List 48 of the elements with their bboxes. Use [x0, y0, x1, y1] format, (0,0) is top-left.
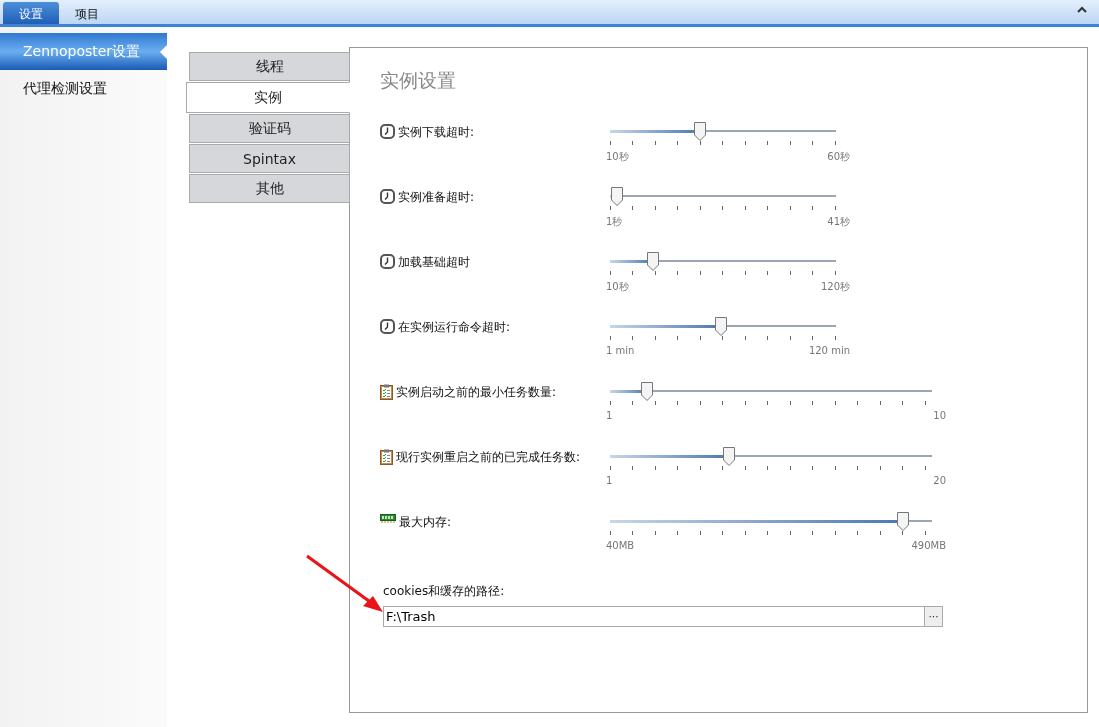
settings-tab[interactable]: 验证码 — [189, 114, 350, 143]
settings-tab[interactable]: Spintax — [189, 144, 350, 173]
clock-icon — [380, 124, 395, 139]
slider-thumb[interactable] — [646, 252, 659, 271]
slider-thumb[interactable] — [694, 122, 707, 141]
memory-chip-icon — [380, 514, 396, 523]
setting-label: 加载基础超时 — [398, 254, 470, 271]
settings-tab[interactable]: 线程 — [189, 52, 350, 81]
clipboard-icon — [380, 449, 393, 465]
slider-thumb[interactable] — [641, 382, 653, 401]
collapse-icon[interactable] — [1077, 6, 1087, 13]
ribbon-tab[interactable]: 项目 — [59, 2, 115, 24]
ribbon-tab[interactable]: 设置 — [3, 2, 59, 24]
slider-thumb[interactable] — [897, 512, 909, 531]
browse-button[interactable]: ··· — [925, 606, 943, 627]
clipboard-icon — [380, 384, 393, 400]
setting-label: 实例下载超时: — [398, 124, 475, 141]
slider-max-label: 490MB — [911, 540, 946, 551]
slider-min-label: 10秒 — [606, 280, 629, 294]
slider-max-label: 60秒 — [827, 150, 850, 164]
setting-label: 在实例运行命令超时: — [398, 319, 511, 336]
slider-min-label: 1 — [606, 410, 613, 421]
sidebar-item[interactable]: 代理检测设置 — [0, 70, 167, 107]
slider-min-label: 10秒 — [606, 150, 629, 164]
slider-min-label: 1秒 — [606, 215, 623, 229]
slider-max-label: 20 — [933, 475, 946, 486]
setting-label: 实例准备超时: — [398, 189, 475, 206]
slider-thumb[interactable] — [610, 187, 623, 206]
clock-icon — [380, 319, 395, 334]
path-label: cookies和缓存的路径: — [383, 583, 506, 600]
setting-label: 实例启动之前的最小任务数量: — [396, 384, 557, 401]
slider-max-label: 10 — [933, 410, 946, 421]
slider-max-label: 120 min — [808, 345, 850, 356]
slider-min-label: 1 — [606, 475, 613, 486]
clock-icon — [380, 189, 395, 204]
setting-label: 现行实例重启之前的已完成任务数: — [396, 449, 581, 466]
slider-max-label: 120秒 — [820, 280, 850, 294]
slider-thumb[interactable] — [714, 317, 727, 336]
slider-thumb[interactable] — [723, 447, 736, 466]
path-field[interactable]: F:\Trash — [383, 606, 925, 627]
setting-label: 最大内存: — [399, 514, 452, 531]
slider-max-label: 41秒 — [827, 215, 850, 229]
settings-tab[interactable]: 实例 — [186, 82, 350, 113]
slider-min-label: 1 min — [606, 345, 635, 356]
panel-title: 实例设置 — [380, 68, 457, 93]
clock-icon — [380, 254, 395, 269]
slider-min-label: 40MB — [606, 540, 635, 551]
settings-tab[interactable]: 其他 — [189, 174, 350, 203]
